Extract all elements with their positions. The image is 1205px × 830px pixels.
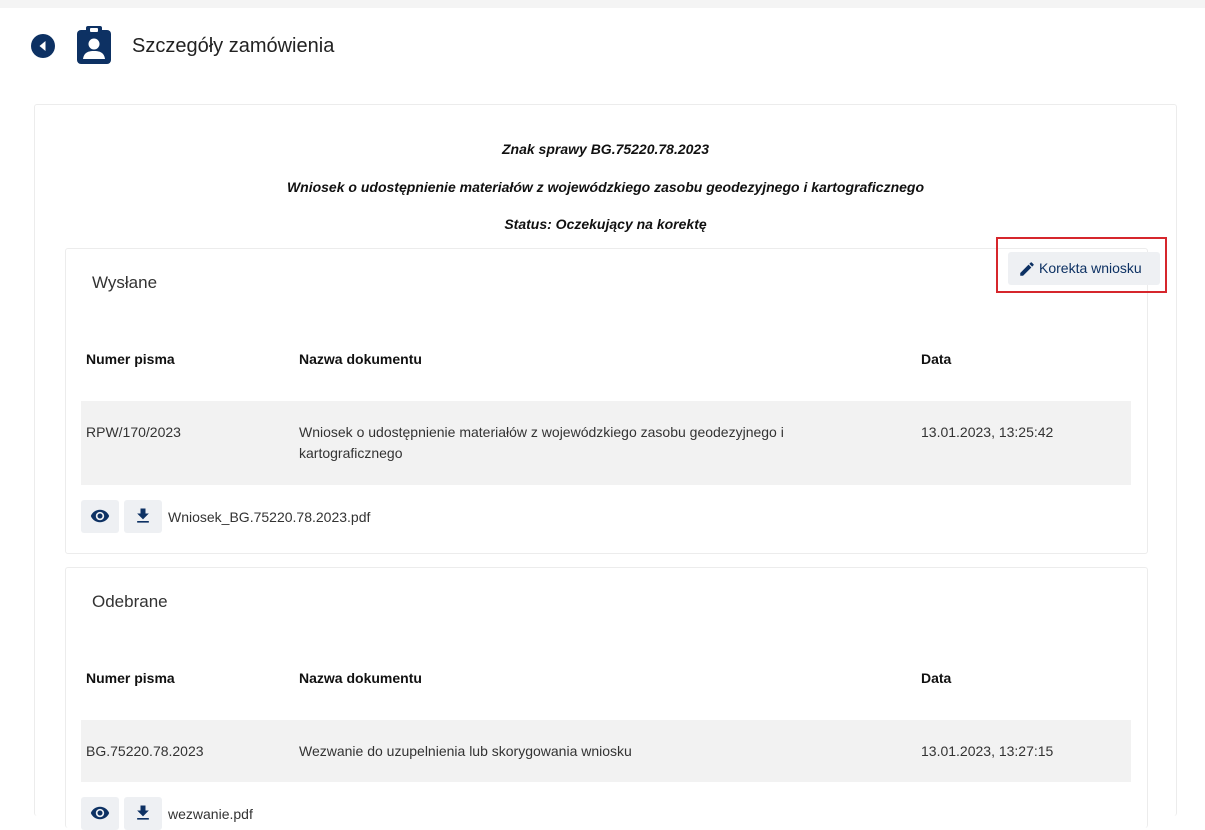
document-date: 13.01.2023, 13:27:15	[921, 743, 1054, 759]
clipboard-user-icon	[76, 25, 112, 65]
column-header-date: Data	[921, 351, 952, 367]
document-number: RPW/170/2023	[86, 424, 181, 440]
eye-icon	[90, 509, 110, 523]
back-button[interactable]	[31, 34, 55, 58]
received-section-title: Odebrane	[92, 592, 168, 611]
attachment-file-name: wezwanie.pdf	[168, 806, 253, 822]
download-icon	[137, 508, 149, 523]
sent-section-title: Wysłane	[92, 273, 158, 292]
back-arrow-icon	[39, 41, 46, 51]
document-name: Wezwanie do uzupelnienia lub skorygowani…	[299, 743, 632, 759]
highlight-annotation	[996, 237, 1167, 293]
download-button[interactable]	[124, 797, 162, 830]
table-row: RPW/170/2023 Wniosek o udostępnienie mat…	[81, 401, 1131, 485]
attachment-file-name: Wniosek_BG.75220.78.2023.pdf	[168, 509, 371, 525]
document-name: Wniosek o udostępnienie materiałów z woj…	[299, 424, 784, 461]
page-title: Szczegóły zamówienia	[132, 35, 335, 57]
preview-button[interactable]	[81, 500, 119, 533]
order-status: Status: Oczekujący na korektę	[504, 216, 707, 232]
eye-icon	[90, 806, 110, 820]
received-section: Odebrane Numer pisma Nazwa dokumentu Dat…	[65, 567, 1148, 830]
document-number: BG.75220.78.2023	[86, 743, 204, 759]
order-details-card: Znak sprawy BG.75220.78.2023 Wniosek o u…	[34, 104, 1177, 830]
column-header-number: Numer pisma	[86, 670, 175, 686]
page-header: Szczegóły zamówienia	[0, 8, 1205, 88]
sent-section: Wysłane Numer pisma Nazwa dokumentu Data…	[65, 248, 1148, 554]
table-row: BG.75220.78.2023 Wezwanie do uzupelnieni…	[81, 720, 1131, 782]
column-header-document-name: Nazwa dokumentu	[299, 670, 422, 686]
document-date: 13.01.2023, 13:25:42	[921, 424, 1054, 440]
column-header-document-name: Nazwa dokumentu	[299, 351, 422, 367]
download-icon	[137, 805, 149, 820]
case-number: Znak sprawy BG.75220.78.2023	[501, 141, 710, 157]
download-button[interactable]	[124, 500, 162, 533]
column-header-number: Numer pisma	[86, 351, 175, 367]
top-strip	[0, 0, 1205, 8]
request-title: Wniosek o udostępnienie materiałów z woj…	[286, 179, 925, 195]
preview-button[interactable]	[81, 797, 119, 830]
column-header-date: Data	[921, 670, 952, 686]
